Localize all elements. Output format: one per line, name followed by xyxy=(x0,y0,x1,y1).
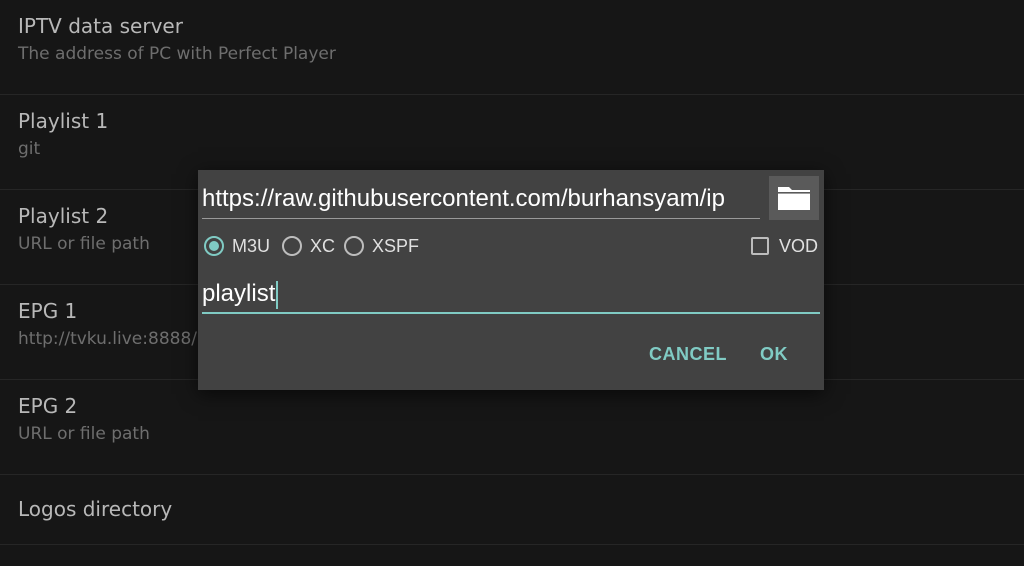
text-caret xyxy=(276,280,279,309)
playlist-type-radio-group: M3U XC XSPF VOD xyxy=(204,233,818,259)
vod-checkbox[interactable]: VOD xyxy=(751,233,818,259)
radio-label: XSPF xyxy=(372,235,420,256)
cancel-button[interactable]: CANCEL xyxy=(649,344,727,365)
checkbox-unchecked-icon xyxy=(751,237,769,255)
playlist-dialog: https://raw.githubusercontent.com/burhan… xyxy=(198,170,824,390)
radio-unchecked-icon xyxy=(282,236,302,256)
radio-xspf[interactable]: XSPF xyxy=(344,233,419,259)
url-input[interactable]: https://raw.githubusercontent.com/burhan… xyxy=(202,182,760,219)
radio-checked-icon xyxy=(204,236,224,256)
folder-icon xyxy=(778,187,810,210)
radio-m3u[interactable]: M3U xyxy=(204,233,270,259)
browse-folder-button[interactable] xyxy=(769,176,819,220)
radio-label: XC xyxy=(310,235,336,256)
checkbox-label: VOD xyxy=(779,235,819,256)
radio-xc[interactable]: XC xyxy=(282,233,335,259)
playlist-name-input[interactable]: playlist xyxy=(202,276,820,314)
ok-button[interactable]: OK xyxy=(760,344,788,365)
radio-unchecked-icon xyxy=(344,236,364,256)
radio-label: M3U xyxy=(232,235,271,256)
playlist-name-value: playlist xyxy=(202,280,276,307)
settings-screen: IPTV data server The address of PC with … xyxy=(0,0,1024,566)
